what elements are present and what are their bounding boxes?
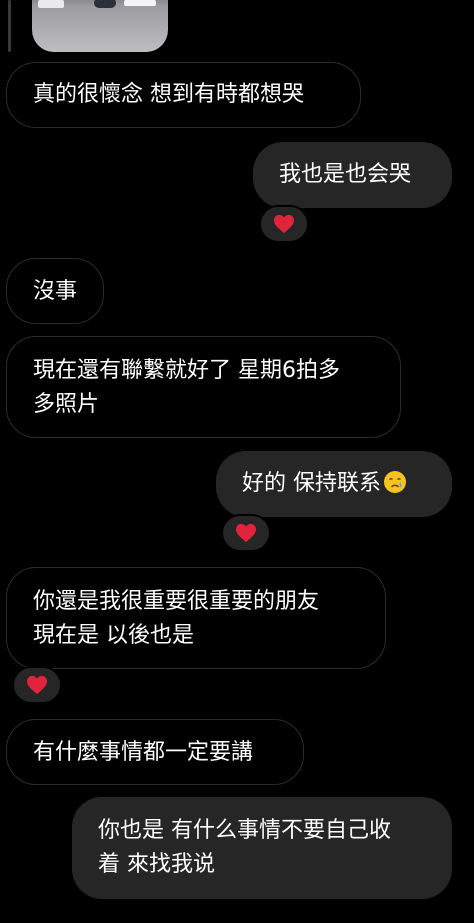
message-bubble-outgoing[interactable]: 你也是 有什么事情不要自己收 着 來找我说	[72, 797, 452, 899]
heart-reaction[interactable]	[221, 514, 271, 552]
heart-icon	[274, 214, 294, 234]
scroll-indicator[interactable]	[8, 0, 11, 52]
message-bubble-incoming[interactable]: 你還是我很重要很重要的朋友 現在是 以後也是	[6, 567, 386, 669]
heart-icon	[236, 523, 256, 543]
message-text-line: 現在還有聯繫就好了 星期6拍多	[33, 358, 340, 383]
message-bubble-incoming[interactable]: 有什麼事情都一定要講	[6, 719, 304, 785]
message-text-line: 你還是我很重要很重要的朋友	[33, 589, 320, 614]
message-bubble-incoming[interactable]: 現在還有聯繫就好了 星期6拍多 多照片	[6, 336, 401, 438]
message-text: 沒事	[33, 279, 78, 304]
message-bubble-incoming[interactable]: 真的很懷念 想到有時都想哭	[6, 62, 361, 128]
message-text-line: 多照片	[33, 392, 100, 417]
message-bubble-outgoing[interactable]: 我也是也会哭	[253, 142, 452, 208]
heart-icon	[27, 675, 47, 695]
message-text: 真的很懷念 想到有時都想哭	[33, 82, 304, 107]
shared-media-thumbnail[interactable]	[32, 0, 168, 52]
message-bubble-incoming[interactable]: 沒事	[6, 258, 104, 324]
message-bubble-outgoing[interactable]: 好的 保持联系	[216, 451, 452, 517]
message-text-line: 你也是 有什么事情不要自己收	[98, 818, 391, 843]
message-text: 有什麼事情都一定要講	[33, 740, 254, 765]
message-text: 好的 保持联系	[242, 467, 452, 501]
message-text-line: 着 來找我说	[98, 852, 215, 877]
message-text: 我也是也会哭	[279, 162, 412, 187]
heart-reaction[interactable]	[259, 205, 309, 243]
crying-face-emoji-icon	[384, 471, 406, 493]
message-text-line: 現在是 以後也是	[33, 623, 194, 648]
heart-reaction[interactable]	[12, 666, 62, 704]
